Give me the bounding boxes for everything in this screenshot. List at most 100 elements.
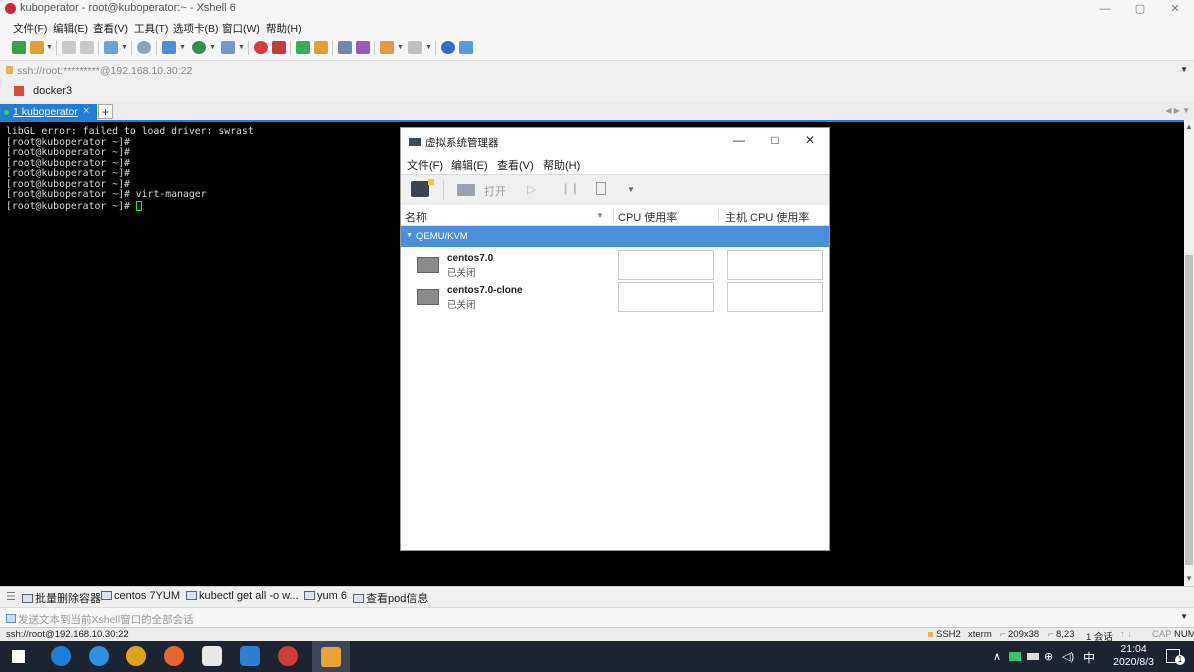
menu-window[interactable]: 窗口(W) [222, 21, 260, 36]
wechat-icon[interactable] [1009, 652, 1021, 661]
xshell-taskbar-icon[interactable] [278, 646, 298, 666]
vm-menu-edit[interactable]: 编辑(E) [451, 157, 488, 173]
chrome-icon[interactable] [126, 646, 146, 666]
close-button[interactable]: ✕ [1160, 0, 1190, 18]
chevron-down-icon[interactable]: ▼ [1180, 612, 1188, 621]
link-icon[interactable] [62, 41, 76, 54]
hamburger-icon[interactable]: ☰ [6, 590, 16, 603]
tab-scroll-arrows-icon[interactable]: ◀ ▶ ▼ [1165, 106, 1190, 115]
keyboard-icon[interactable] [338, 41, 352, 54]
chevron-down-icon[interactable]: ▼ [238, 44, 245, 51]
open-folder-icon[interactable] [30, 41, 44, 54]
battery-icon[interactable] [1027, 653, 1039, 660]
new-session-icon[interactable] [12, 41, 26, 54]
quick-command[interactable]: kubectl get all -o w... [186, 590, 299, 602]
transfer-icon[interactable] [162, 41, 176, 54]
layout-icon[interactable] [408, 41, 422, 54]
chevron-down-icon[interactable]: ▼ [1180, 65, 1188, 74]
terminal-scrollbar[interactable]: ▲ ▼ [1184, 120, 1194, 586]
ime-indicator[interactable]: 中 [1083, 649, 1095, 666]
address-text[interactable]: ssh://root:*********@192.168.10.30:22 [17, 65, 192, 77]
column-name[interactable]: 名称 [405, 209, 427, 225]
connection-row-qemu[interactable]: ▼ QEMU/KVM [401, 226, 829, 247]
vm-minimize-button[interactable]: — [728, 133, 750, 147]
clock[interactable]: 21:04 2020/8/3 [1113, 643, 1154, 669]
chevron-down-icon[interactable]: ▼ [397, 44, 404, 51]
scroll-down-icon[interactable]: ▼ [1185, 574, 1193, 583]
quick-command[interactable]: 批量删除容器 [22, 590, 101, 606]
xftp-icon[interactable] [272, 41, 286, 54]
vm-menu-file[interactable]: 文件(F) [407, 157, 443, 173]
notepad-icon[interactable] [202, 646, 222, 666]
open-vm-button[interactable]: 打开 [484, 183, 506, 199]
search-icon[interactable] [137, 41, 151, 54]
menu-tabs[interactable]: 选项卡(B) [173, 21, 219, 36]
vm-menu-help[interactable]: 帮助(H) [543, 157, 580, 173]
menu-edit[interactable]: 编辑(E) [53, 21, 88, 36]
help-icon[interactable] [441, 41, 455, 54]
minimize-button[interactable]: — [1090, 0, 1120, 18]
chevron-down-icon[interactable]: ▼ [179, 44, 186, 51]
globe-icon[interactable] [192, 41, 206, 54]
play-icon[interactable]: ▷ [527, 182, 536, 196]
clock-time: 21:04 [1120, 643, 1147, 655]
chevron-down-icon[interactable]: ▼ [627, 185, 635, 194]
compose-icon[interactable] [356, 41, 370, 54]
session-link[interactable]: docker3 [33, 85, 72, 97]
shutdown-icon[interactable] [596, 182, 606, 195]
quick-command[interactable]: 查看pod信息 [353, 590, 428, 606]
highlight-icon[interactable] [221, 41, 235, 54]
column-host-cpu[interactable]: 主机 CPU 使用率 [725, 209, 809, 225]
vm-menu-view[interactable]: 查看(V) [497, 157, 534, 173]
edge-icon[interactable] [51, 646, 71, 666]
expand-chevron-icon[interactable]: ▼ [406, 232, 413, 239]
tab-kuboperator[interactable]: 1 kuboperator × [0, 104, 97, 120]
unlink-icon[interactable] [80, 41, 94, 54]
windows-start-icon[interactable] [12, 650, 25, 663]
tab-label[interactable]: 1 kuboperator [13, 106, 78, 118]
column-cpu[interactable]: CPU 使用率 [618, 209, 677, 225]
add-tab-button[interactable]: + [98, 104, 113, 119]
xftp-taskbar-item[interactable] [312, 641, 350, 672]
chevron-up-icon[interactable]: ∧ [993, 650, 1001, 663]
fullscreen-icon[interactable] [296, 41, 310, 54]
chevron-down-icon[interactable]: ▼ [425, 44, 432, 51]
menu-tools[interactable]: 工具(T) [134, 21, 168, 36]
new-vm-icon[interactable] [411, 181, 429, 197]
network-icon[interactable]: ⊕ [1044, 650, 1053, 663]
scrollbar-thumb[interactable] [1185, 255, 1193, 565]
pause-icon[interactable]: ❙❙ [561, 182, 579, 195]
search-icon[interactable] [89, 646, 109, 666]
lock-icon[interactable] [314, 41, 328, 54]
compose-icon [6, 614, 16, 623]
compose-placeholder[interactable]: 发送文本到当前Xshell窗口的全部会话 [18, 612, 194, 627]
chevron-down-icon[interactable]: ▼ [121, 44, 128, 51]
chevron-down-icon[interactable]: ▼ [46, 44, 53, 51]
chat-icon[interactable] [459, 41, 473, 54]
session-bar: docker3 [0, 80, 1194, 102]
window-manager-icon[interactable] [240, 646, 260, 666]
volume-icon[interactable]: ◁) [1062, 650, 1074, 663]
vm-close-button[interactable]: ✕ [799, 133, 821, 147]
address-bar[interactable]: ssh://root:*********@192.168.10.30:22 ▼ [0, 60, 1194, 82]
vm-row[interactable]: centos7.0-clone 已关闭 [401, 281, 829, 313]
menu-help[interactable]: 帮助(H) [266, 21, 302, 36]
quick-command[interactable]: centos 7YUM [101, 590, 180, 602]
vm-row[interactable]: centos7.0 已关闭 [401, 249, 829, 281]
tile-icon[interactable] [380, 41, 394, 54]
xshell-icon[interactable] [254, 41, 268, 54]
scroll-up-icon[interactable]: ▲ [1185, 122, 1193, 131]
vm-maximize-button[interactable]: □ [764, 133, 786, 147]
compose-bar[interactable]: 发送文本到当前Xshell窗口的全部会话 ▼ [0, 607, 1194, 628]
menu-view[interactable]: 查看(V) [93, 21, 128, 36]
vm-toolbar: 打开 ▷ ❙❙ ▼ [401, 174, 829, 206]
properties-icon[interactable] [104, 41, 118, 54]
menu-file[interactable]: 文件(F) [13, 21, 47, 36]
open-vm-icon[interactable] [457, 184, 475, 196]
sort-chevron-icon[interactable]: ▼ [596, 211, 604, 220]
quick-command[interactable]: yum 6 [304, 590, 347, 602]
chevron-down-icon[interactable]: ▼ [209, 44, 216, 51]
maximize-button[interactable]: ▢ [1125, 0, 1155, 18]
tab-close-icon[interactable]: × [83, 105, 89, 117]
firefox-icon[interactable] [164, 646, 184, 666]
